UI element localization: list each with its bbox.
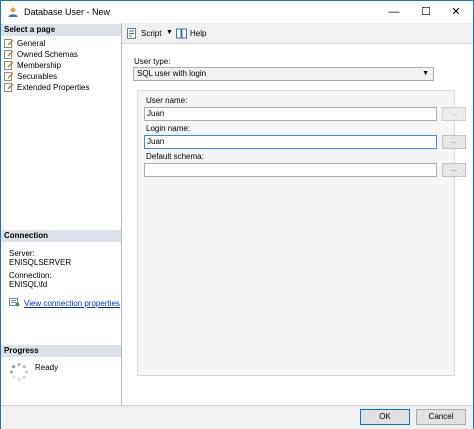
page-wrench-icon (4, 83, 14, 92)
user-type-value: SQL user with login (137, 69, 207, 78)
database-user-icon (7, 6, 19, 18)
connection-label: Connection: (9, 271, 52, 280)
page-item-membership[interactable]: Membership (4, 60, 119, 71)
default-schema-input[interactable] (144, 163, 437, 177)
page-wrench-icon (4, 72, 14, 81)
page-list: General Owned Schemas Membership Securab… (4, 38, 119, 93)
page-wrench-icon (4, 50, 14, 59)
progress-spinner-icon (9, 362, 29, 382)
left-pane: Select a page General Owned Schemas Memb… (1, 23, 122, 405)
default-schema-browse-button[interactable]: ... (442, 163, 466, 177)
user-details-group: User name: Juan ... Login name: Juan ...… (137, 90, 466, 376)
chevron-down-icon: ▼ (422, 70, 429, 77)
page-item-label: Securables (17, 72, 58, 81)
page-wrench-icon (4, 39, 14, 48)
script-label: Script (141, 29, 162, 38)
page-item-extended-properties[interactable]: Extended Properties (4, 82, 119, 93)
database-user-dialog: Database User - New — ☐ ✕ Select a page … (0, 0, 474, 429)
cancel-button[interactable]: Cancel (416, 409, 466, 425)
user-name-label: User name: (146, 96, 188, 105)
page-item-owned-schemas[interactable]: Owned Schemas (4, 49, 119, 60)
help-label: Help (190, 29, 207, 38)
help-button[interactable]: Help (176, 28, 206, 39)
script-icon (127, 28, 138, 39)
login-name-input[interactable]: Juan (144, 135, 437, 149)
view-connection-link[interactable]: View connection properties (24, 299, 120, 308)
page-item-securables[interactable]: Securables (4, 71, 119, 82)
connection-properties-icon (9, 297, 20, 309)
dialog-footer: OK Cancel (1, 405, 473, 429)
connection-value: ENISQL\fd (9, 280, 48, 289)
page-item-label: Owned Schemas (17, 50, 78, 59)
select-page-header: Select a page (1, 24, 121, 36)
page-item-label: Extended Properties (17, 83, 90, 92)
login-name-browse-button[interactable]: ... (442, 135, 466, 149)
user-name-browse-button[interactable]: ... (442, 107, 466, 121)
user-name-input[interactable]: Juan (144, 107, 437, 121)
help-icon (176, 28, 187, 39)
window-title: Database User - New (24, 7, 111, 17)
progress-status: Ready (35, 363, 59, 372)
script-button[interactable]: Script (127, 28, 161, 39)
page-item-label: General (17, 39, 46, 48)
right-pane: Script ▼ Help User type: SQL user with l… (122, 23, 473, 405)
user-type-label: User type: (134, 57, 171, 66)
progress-header: Progress (1, 345, 121, 357)
view-connection-properties[interactable]: View connection properties (9, 297, 120, 309)
page-item-label: Membership (17, 61, 62, 70)
connection-header: Connection (1, 230, 121, 242)
user-type-dropdown[interactable]: SQL user with login ▼ (133, 67, 434, 81)
default-schema-label: Default schema: (146, 152, 204, 161)
progress-row: Ready (9, 362, 58, 382)
script-dropdown-arrow[interactable]: ▼ (166, 29, 173, 36)
server-value: ENISQLSERVER (9, 258, 72, 267)
toolbar: Script ▼ Help (122, 23, 473, 44)
close-button[interactable]: ✕ (441, 1, 471, 23)
ok-button[interactable]: OK (360, 409, 410, 425)
page-wrench-icon (4, 61, 14, 70)
page-item-general[interactable]: General (4, 38, 119, 49)
login-name-label: Login name: (146, 124, 191, 133)
minimize-button[interactable]: — (379, 1, 409, 23)
title-bar[interactable]: Database User - New — ☐ ✕ (1, 1, 473, 23)
maximize-button[interactable]: ☐ (411, 1, 441, 23)
server-label: Server: (9, 249, 35, 258)
